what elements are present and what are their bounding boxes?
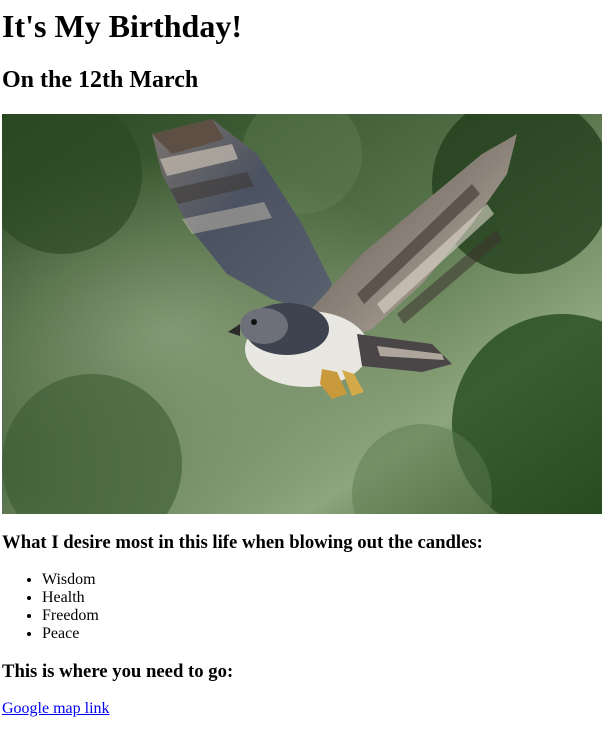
- directions-heading: This is where you need to go:: [2, 661, 234, 682]
- desires-heading: What I desire most in this life when blo…: [2, 532, 483, 553]
- eagle-photo: [2, 114, 602, 514]
- list-item: Wisdom: [42, 571, 602, 589]
- list-item: Peace: [42, 625, 602, 643]
- google-map-link[interactable]: Google map link: [2, 700, 110, 718]
- page-subtitle: On the 12th March: [2, 67, 199, 93]
- desires-list: Wisdom Health Freedom Peace: [2, 571, 602, 643]
- list-item: Health: [42, 589, 602, 607]
- page: It's My Birthday! On the 12th March What…: [0, 0, 604, 718]
- list-item: Freedom: [42, 607, 602, 625]
- page-title: It's My Birthday!: [2, 8, 242, 44]
